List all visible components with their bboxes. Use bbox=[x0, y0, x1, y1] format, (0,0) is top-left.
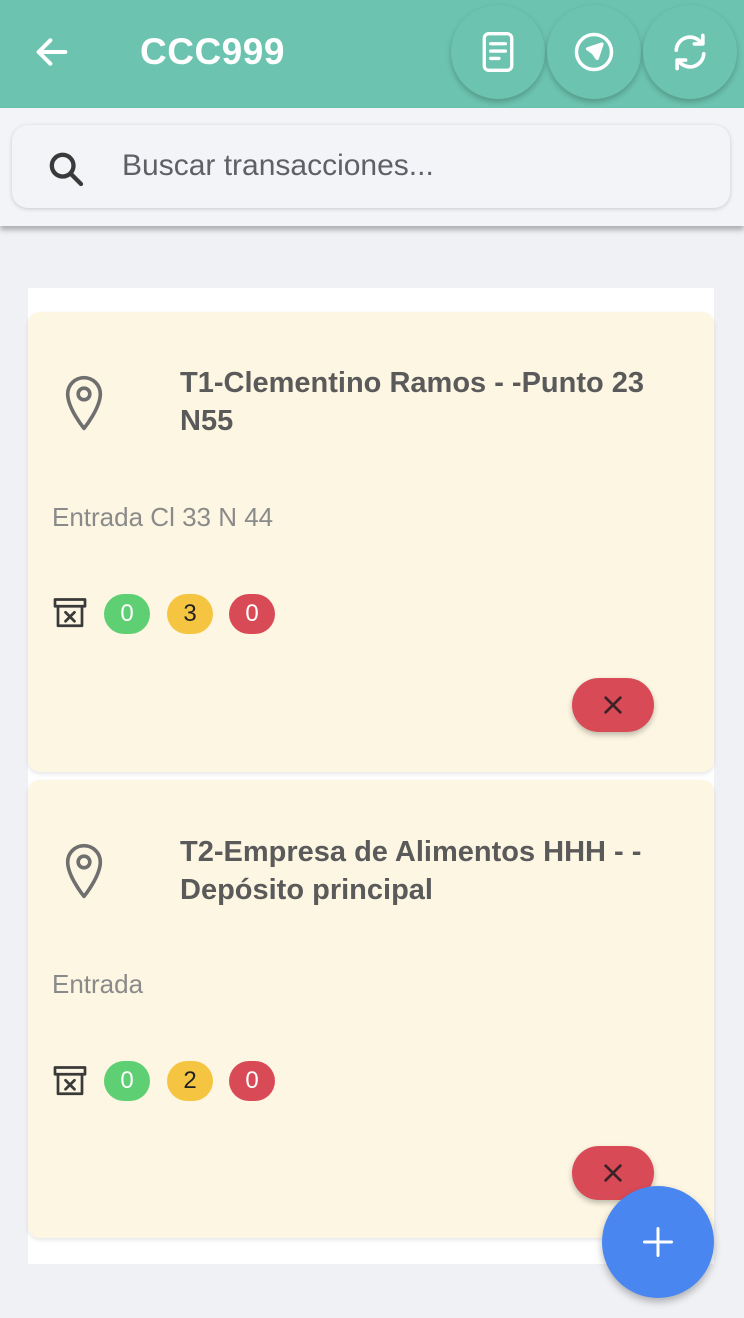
count-badge-green: 0 bbox=[104, 1061, 150, 1101]
plus-icon bbox=[643, 1227, 673, 1257]
location-pin-icon bbox=[65, 843, 103, 899]
transaction-title: T2-Empresa de Alimentos HHH - -Depósito … bbox=[180, 836, 642, 906]
count-badge-yellow: 2 bbox=[167, 1061, 213, 1101]
close-icon bbox=[604, 1164, 622, 1182]
count-badge-red: 0 bbox=[229, 1061, 275, 1101]
waste-bin-icon bbox=[53, 598, 87, 628]
add-transaction-button[interactable] bbox=[602, 1186, 714, 1298]
arrow-left-icon bbox=[36, 38, 68, 66]
count-badge-yellow: 3 bbox=[167, 594, 213, 634]
sync-button[interactable] bbox=[643, 5, 737, 99]
transaction-card[interactable]: T1-Clementino Ramos - -Punto 23 N55 Entr… bbox=[28, 312, 714, 772]
back-button[interactable] bbox=[22, 24, 82, 80]
search-box[interactable] bbox=[12, 125, 730, 208]
navigation-icon bbox=[574, 32, 614, 72]
search-icon bbox=[49, 152, 84, 187]
location-pin-icon bbox=[65, 375, 103, 431]
waste-bin-icon bbox=[53, 1066, 87, 1096]
document-button[interactable] bbox=[451, 5, 545, 99]
page-title: CCC999 bbox=[140, 31, 285, 72]
sync-icon bbox=[674, 33, 706, 71]
search-input[interactable] bbox=[122, 143, 702, 189]
close-icon bbox=[604, 696, 622, 714]
navigation-button[interactable] bbox=[547, 5, 641, 99]
transaction-title: T1-Clementino Ramos - -Punto 23 N55 bbox=[180, 367, 645, 437]
transaction-card[interactable]: T2-Empresa de Alimentos HHH - -Depósito … bbox=[28, 780, 714, 1238]
delete-button[interactable] bbox=[572, 678, 654, 732]
search-bar bbox=[0, 108, 744, 226]
transaction-subtitle: Entrada Cl 33 N 44 bbox=[52, 502, 274, 532]
app-bar: CCC999 bbox=[0, 0, 744, 108]
count-badge-green: 0 bbox=[104, 594, 150, 634]
transaction-subtitle: Entrada bbox=[52, 969, 144, 999]
count-badge-red: 0 bbox=[229, 594, 275, 634]
document-icon bbox=[482, 32, 514, 72]
